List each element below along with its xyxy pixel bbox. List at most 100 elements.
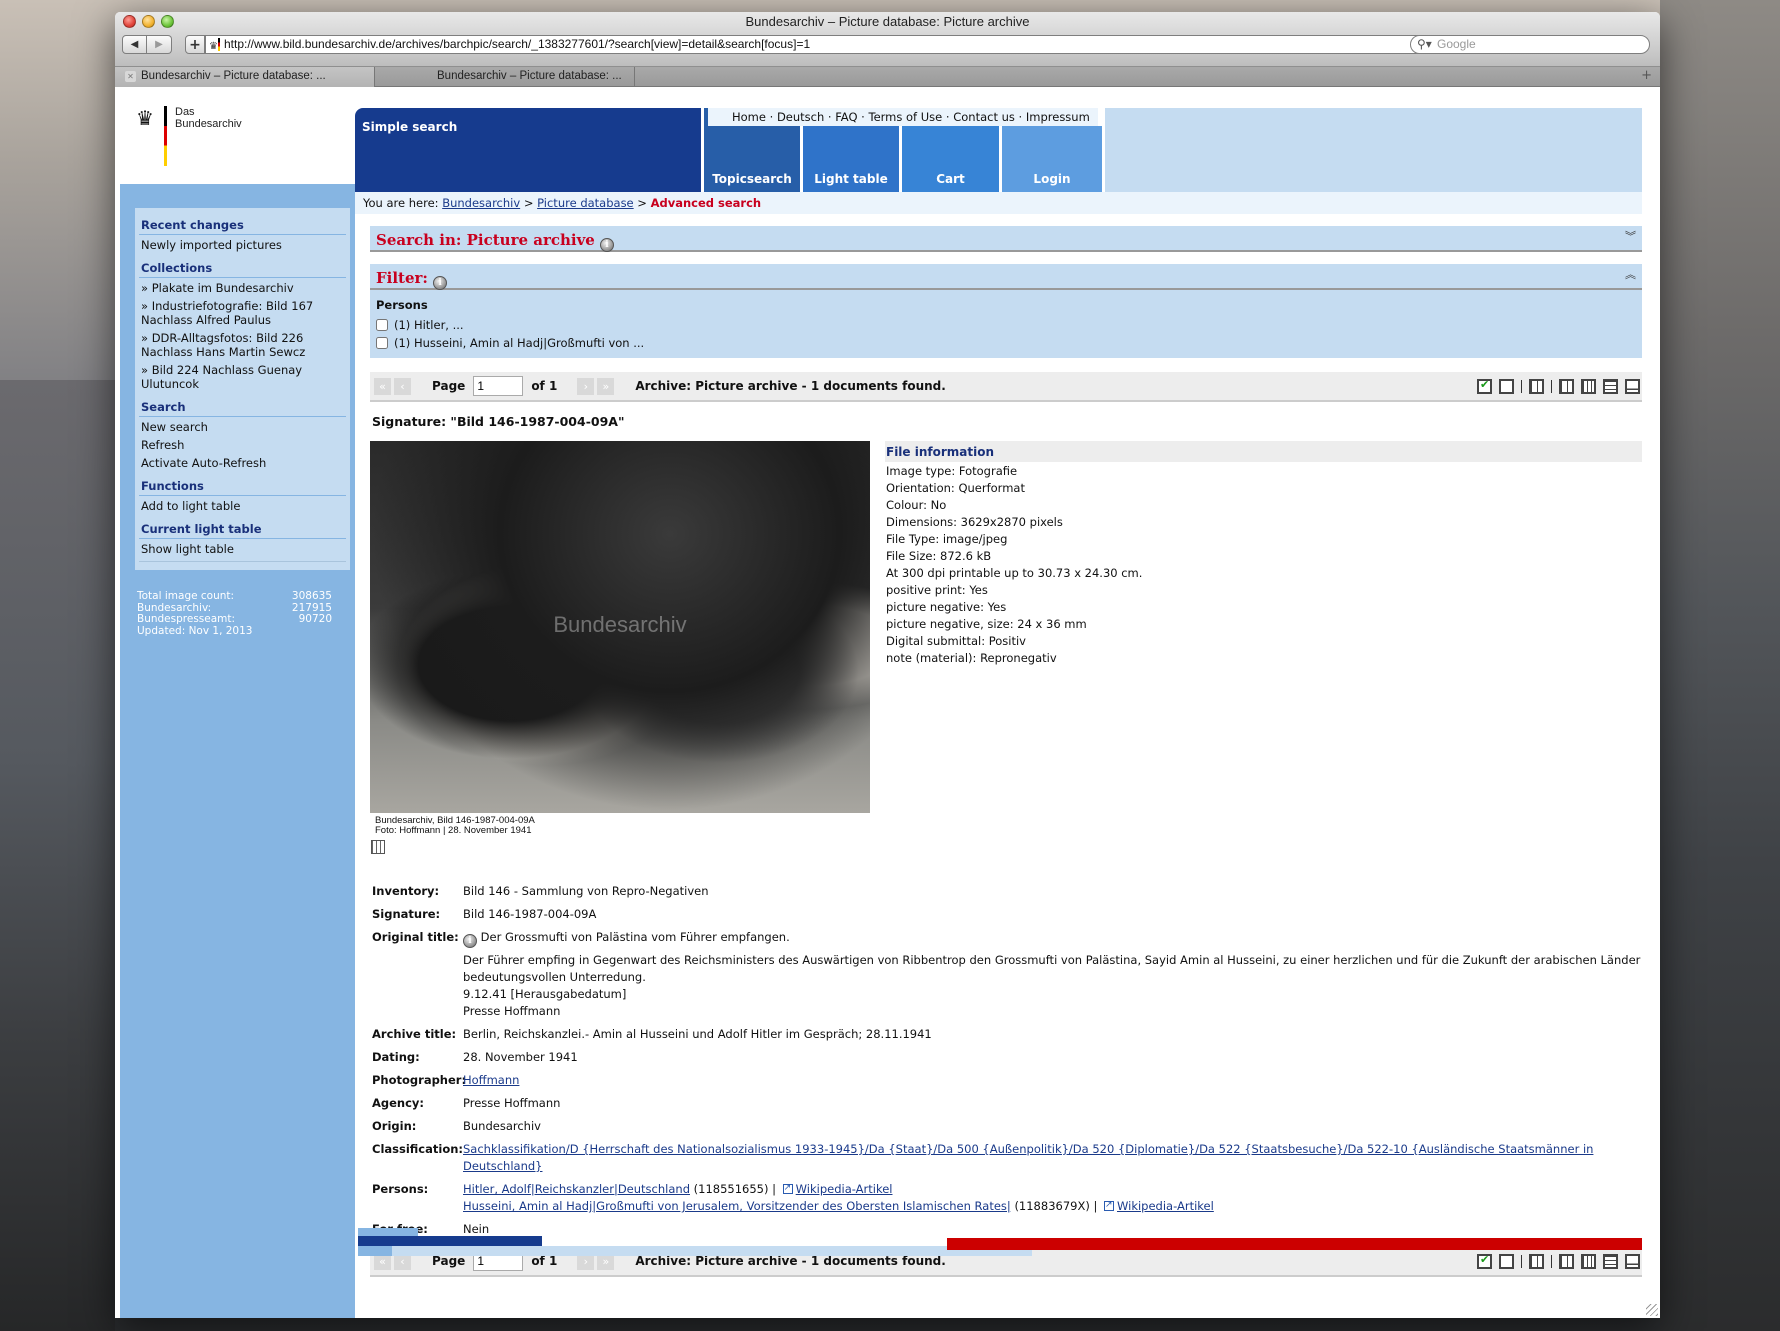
- add-bookmark-button[interactable]: +: [185, 35, 205, 54]
- simple-search-tab[interactable]: Simple search: [355, 108, 701, 192]
- breadcrumb-bundesarchiv[interactable]: Bundesarchiv: [442, 196, 520, 210]
- sidebar-item-show-light-table[interactable]: Show light table: [139, 539, 346, 557]
- first-page-button[interactable]: «: [374, 377, 391, 395]
- filter-option-hitler[interactable]: (1) Hitler, ...: [376, 316, 1636, 334]
- last-page-button[interactable]: »: [597, 377, 615, 395]
- browser-window: Bundesarchiv – Picture database: Picture…: [115, 12, 1660, 1318]
- field-classification: Classification: Sachklassifikation/D {He…: [372, 1142, 1594, 1173]
- breadcrumb-picture-database[interactable]: Picture database: [537, 196, 634, 210]
- browser-tab-2[interactable]: Bundesarchiv – Picture database: ...: [375, 67, 635, 87]
- breadcrumb-separator: >: [523, 196, 534, 210]
- file-info-row: note (material): Repronegativ: [886, 651, 1057, 665]
- main-content: Search in: Picture archive i ︾ Filter: i…: [370, 214, 1642, 1277]
- sidebar-item-refresh[interactable]: Refresh: [139, 435, 346, 453]
- sidebar-item-newly-imported[interactable]: Newly imported pictures: [139, 235, 346, 253]
- prev-page-button[interactable]: ‹: [394, 377, 411, 395]
- info-icon[interactable]: i: [599, 238, 614, 252]
- page-number-input[interactable]: [473, 376, 524, 396]
- field-original-title: Original title: i Der Grossmufti von Pal…: [372, 930, 1641, 1018]
- add-to-light-table-icon[interactable]: [1529, 379, 1544, 394]
- file-info-row: Image type: Fotografie: [886, 464, 1018, 478]
- link-terms[interactable]: Terms of Use: [869, 110, 943, 124]
- field-inventory: Inventory: Bild 146 - Sammlung von Repro…: [372, 884, 709, 898]
- detail-view-icon[interactable]: [1625, 379, 1640, 394]
- address-bar[interactable]: ♛ http://www.bild.bundesarchiv.de/archiv…: [205, 35, 1507, 54]
- select-all-icon[interactable]: [1477, 378, 1492, 394]
- link-deutsch[interactable]: Deutsch: [777, 110, 824, 124]
- filter-option-husseini[interactable]: (1) Husseini, Amin al Hadj|Großmufti von…: [376, 334, 1636, 352]
- original-title-headline: Der Grossmufti von Palästina vom Führer …: [480, 930, 790, 944]
- logo-line-1: Das: [175, 106, 195, 118]
- bundesarchiv-logo[interactable]: ♛ Das Bundesarchiv: [134, 106, 242, 166]
- filter-checkbox[interactable]: [376, 319, 388, 331]
- original-title-date: 9.12.41 [Herausgabedatum]: [463, 987, 627, 1001]
- desktop-background-right: [1660, 0, 1780, 1331]
- collapse-chevron-icon[interactable]: ︽: [1625, 266, 1636, 282]
- file-info-row: picture negative, size: 24 x 36 mm: [886, 617, 1087, 631]
- tab-cart[interactable]: Cart: [902, 126, 999, 192]
- add-to-light-table-icon[interactable]: [371, 840, 385, 854]
- tab-light-table[interactable]: Light table: [803, 126, 899, 192]
- deselect-all-icon[interactable]: [1499, 379, 1514, 394]
- wikipedia-link[interactable]: Wikipedia-Artikel: [796, 1182, 893, 1196]
- filter-checkbox[interactable]: [376, 337, 388, 349]
- filter-panel-header[interactable]: Filter: i ︽: [370, 264, 1642, 290]
- forward-arrow-icon: ▶: [155, 39, 163, 50]
- classification-link[interactable]: Sachklassifikation/D {Herrschaft des Nat…: [463, 1142, 1593, 1173]
- new-tab-icon[interactable]: +: [1641, 68, 1652, 83]
- sidebar-item-auto-refresh[interactable]: Activate Auto-Refresh: [139, 453, 346, 471]
- sidebar-item-new-search[interactable]: New search: [139, 417, 346, 435]
- info-icon[interactable]: i: [463, 934, 477, 948]
- next-page-button[interactable]: ›: [577, 377, 595, 395]
- stat-updated: Updated: Nov 1, 2013: [137, 624, 253, 637]
- field-agency: Agency: Presse Hoffmann: [372, 1096, 561, 1110]
- link-home[interactable]: Home: [732, 110, 766, 124]
- tab-light-table-label: Light table: [814, 172, 888, 186]
- browser-tab-1[interactable]: ✕ Bundesarchiv – Picture database: ...: [115, 67, 375, 87]
- photo-block: Bundesarchiv Bundesarchiv, Bild 146-1987…: [370, 441, 870, 854]
- history-nav: ◀ ▶: [122, 35, 172, 54]
- close-tab-icon[interactable]: ✕: [125, 71, 136, 82]
- sidebar-item-plakate[interactable]: » Plakate im Bundesarchiv: [139, 278, 346, 296]
- link-contact[interactable]: Contact us: [953, 110, 1015, 124]
- footer-decoration: [358, 1228, 1642, 1258]
- simple-search-label: Simple search: [362, 120, 458, 134]
- search-icon: ⚲▾: [1417, 37, 1432, 51]
- sidebar-item-industriefotografie[interactable]: » Industriefotografie: Bild 167 Nachlass…: [139, 296, 346, 328]
- tab-login[interactable]: Login: [1002, 126, 1102, 192]
- page-of-label: of 1: [531, 379, 558, 393]
- search-field[interactable]: ⚲▾ Google: [1410, 35, 1650, 54]
- top-links: Home · Deutsch · FAQ · Terms of Use · Co…: [708, 108, 1098, 126]
- person-entry: Hitler, Adolf|Reichskanzler|Deutschland …: [463, 1180, 1642, 1198]
- sidebar-heading-functions: Functions: [139, 473, 346, 496]
- link-impressum[interactable]: Impressum: [1026, 110, 1090, 124]
- sidebar-item-ddr-alltagsfotos[interactable]: » DDR-Alltagsfotos: Bild 226 Nachlass Ha…: [139, 328, 346, 360]
- archive-photo[interactable]: Bundesarchiv: [370, 441, 870, 813]
- grid-view-icon[interactable]: [1559, 379, 1574, 394]
- tab-topicsearch[interactable]: Topicsearch: [704, 126, 800, 192]
- person-link-husseini[interactable]: Husseini, Amin al Hadj|Großmufti von Jer…: [463, 1199, 1011, 1213]
- forward-button[interactable]: ▶: [147, 35, 172, 54]
- link-faq[interactable]: FAQ: [835, 110, 857, 124]
- field-signature: Signature: Bild 146-1987-004-09A: [372, 907, 597, 921]
- window-resize-handle[interactable]: [1646, 1304, 1658, 1316]
- photographer-link[interactable]: Hoffmann: [463, 1073, 519, 1087]
- header-filler: [1105, 108, 1642, 192]
- dense-grid-view-icon[interactable]: [1581, 379, 1596, 394]
- back-button[interactable]: ◀: [122, 35, 147, 54]
- info-icon[interactable]: i: [433, 276, 448, 290]
- sidebar: Recent changes Newly imported pictures C…: [135, 208, 350, 570]
- sidebar-item-add-to-light-table[interactable]: Add to light table: [139, 496, 346, 514]
- signature-heading: Signature: "Bild 146-1987-004-09A": [372, 414, 625, 429]
- results-status: Archive: Picture archive - 1 documents f…: [635, 379, 946, 393]
- list-view-icon[interactable]: [1603, 379, 1618, 394]
- file-information: File information Image type: Fotografie …: [885, 441, 1642, 854]
- photo-caption: Bundesarchiv, Bild 146-1987-004-09A Foto…: [375, 815, 535, 836]
- wikipedia-link[interactable]: Wikipedia-Artikel: [1117, 1199, 1214, 1213]
- expand-chevron-icon[interactable]: ︾: [1625, 228, 1636, 244]
- filter-body: Persons (1) Hitler, ... (1) Husseini, Am…: [370, 290, 1642, 358]
- person-link-hitler[interactable]: Hitler, Adolf|Reichskanzler|Deutschland: [463, 1182, 690, 1196]
- search-in-panel[interactable]: Search in: Picture archive i ︾: [370, 226, 1642, 252]
- logo-line-2: Bundesarchiv: [175, 118, 242, 130]
- sidebar-item-bild-224[interactable]: » Bild 224 Nachlass Guenay Ulutuncok: [139, 360, 346, 392]
